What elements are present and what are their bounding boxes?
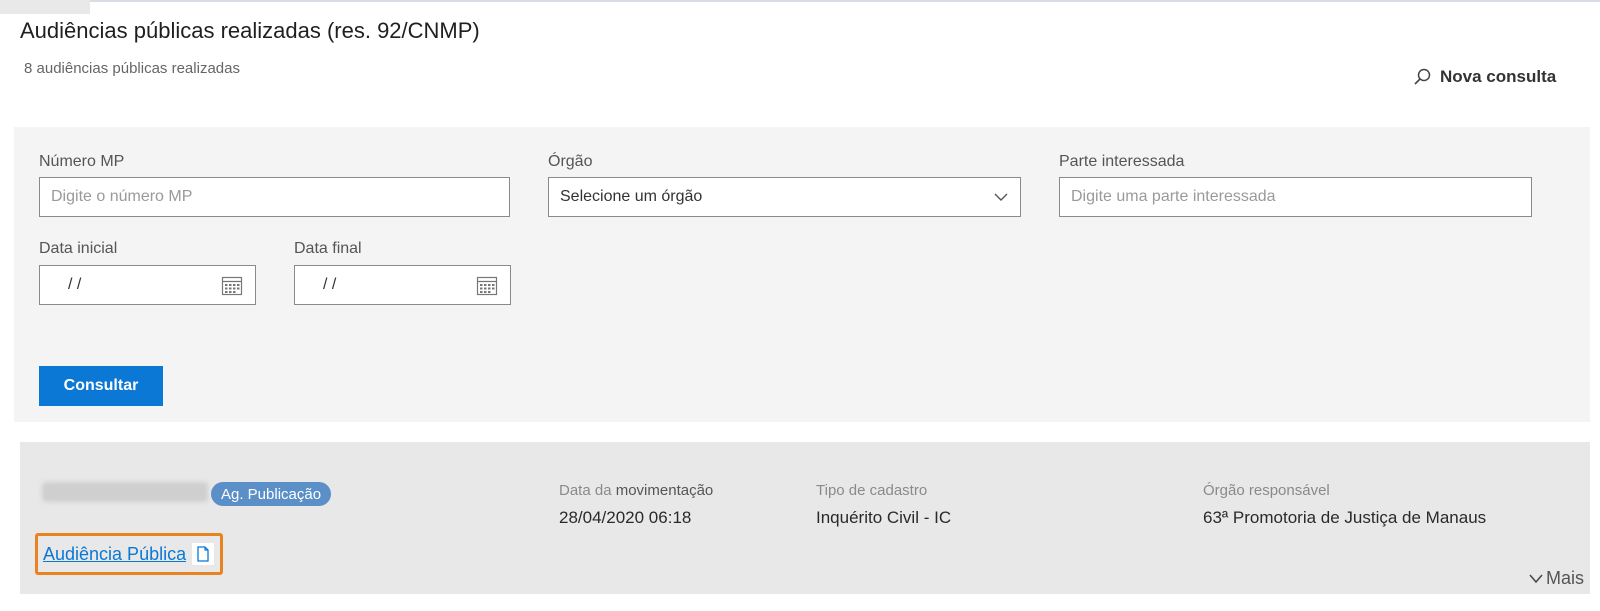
orgao-responsavel-value: 63ª Promotoria de Justiça de Manaus [1203, 508, 1487, 527]
calendar-icon[interactable] [221, 274, 243, 296]
nova-consulta-button[interactable]: Nova consulta [1412, 67, 1556, 87]
parte-interessada-input[interactable]: Digite uma parte interessada [1059, 177, 1532, 217]
parte-interessada-label: Parte interessada [1059, 153, 1185, 170]
page-title: Audiências públicas realizadas (res. 92/… [20, 18, 480, 43]
mais-toggle[interactable]: Mais [1528, 568, 1584, 589]
data-movimentacao-label: Data da movimentação [559, 482, 713, 499]
data-final-input[interactable]: / / [294, 265, 511, 305]
nova-consulta-label: Nova consulta [1440, 67, 1557, 86]
data-label-strong: movimentação [615, 482, 714, 499]
calendar-icon[interactable] [476, 274, 498, 296]
data-label-prefix: Data da [559, 482, 612, 499]
orgao-label: Órgão [548, 153, 593, 170]
numero-mp-input[interactable]: Digite o número MP [39, 177, 510, 217]
data-movimentacao-value: 28/04/2020 06:18 [559, 508, 692, 527]
numero-mp-placeholder: Digite o número MP [51, 188, 193, 205]
top-divider [0, 0, 1600, 2]
mais-label: Mais [1546, 568, 1585, 588]
data-final-label: Data final [294, 240, 362, 257]
data-final-value: / / [323, 276, 337, 293]
orgao-select[interactable]: Selecione um órgão [548, 177, 1021, 217]
redacted-process-number [42, 482, 208, 502]
tipo-cadastro-value: Inquérito Civil - IC [816, 508, 952, 527]
data-inicial-label: Data inicial [39, 240, 118, 257]
audiencia-publica-highlight: Audiência Pública [35, 533, 223, 575]
numero-mp-label: Número MP [39, 153, 125, 170]
top-tab[interactable] [0, 0, 90, 14]
parte-interessada-placeholder: Digite uma parte interessada [1071, 188, 1276, 205]
status-badge: Ag. Publicação [211, 482, 332, 506]
chevron-down-icon [994, 193, 1008, 201]
audiencia-publica-link[interactable]: Audiência Pública [43, 544, 186, 565]
document-icon[interactable] [192, 543, 215, 565]
result-card: Ag. Publicação Data da movimentação 28/0… [20, 442, 1590, 594]
orgao-responsavel-label: Órgão responsável [1203, 482, 1330, 499]
orgao-selected-value: Selecione um órgão [560, 188, 703, 205]
chevron-down-icon [1529, 574, 1543, 583]
filter-panel: Número MP Digite o número MP Órgão Selec… [14, 127, 1590, 422]
consultar-button[interactable]: Consultar [39, 366, 163, 406]
data-inicial-input[interactable]: / / [39, 265, 256, 305]
results-count: 8 audiências públicas realizadas [24, 60, 240, 77]
tipo-cadastro-label: Tipo de cadastro [816, 482, 928, 499]
search-icon [1414, 68, 1431, 85]
data-inicial-value: / / [68, 276, 82, 293]
